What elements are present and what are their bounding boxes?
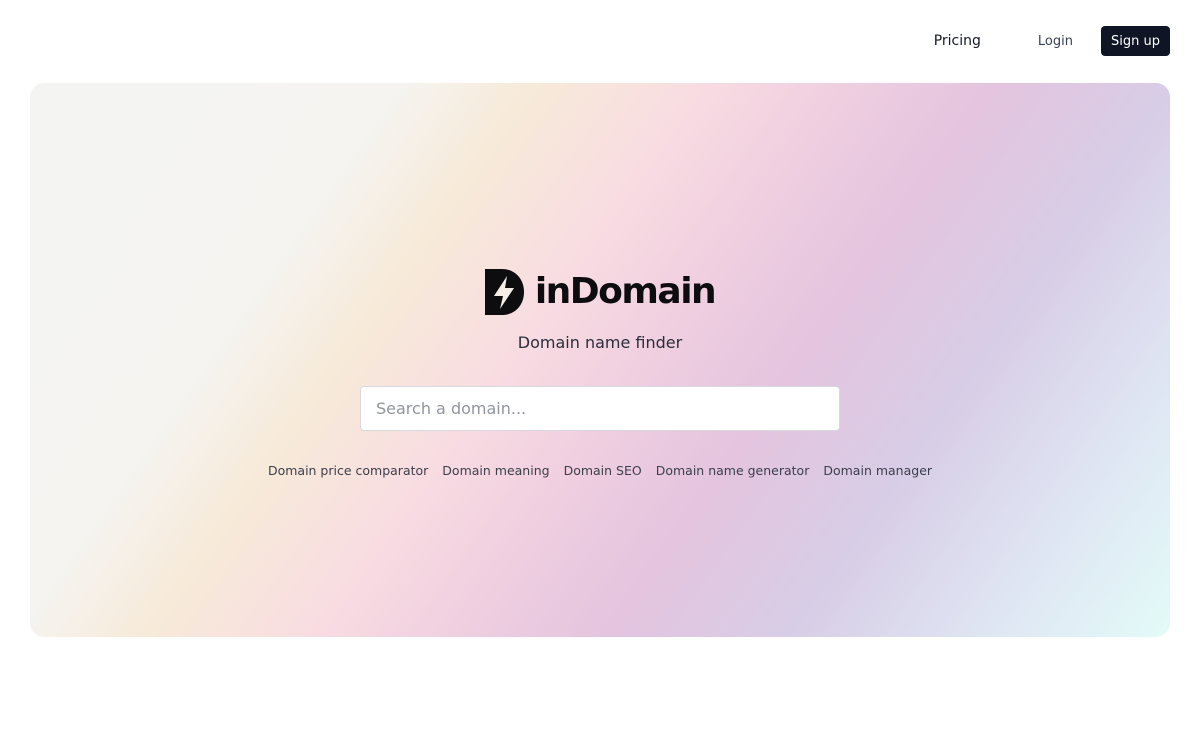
link-domain-name-generator[interactable]: Domain name generator — [656, 463, 810, 478]
link-domain-manager[interactable]: Domain manager — [823, 463, 932, 478]
pricing-link[interactable]: Pricing — [934, 33, 981, 49]
lightning-d-logo-icon — [484, 269, 524, 315]
brand-name: inDomain — [534, 271, 717, 312]
link-domain-price-comparator[interactable]: Domain price comparator — [268, 463, 428, 478]
quick-links: Domain price comparator Domain meaning D… — [30, 463, 1170, 478]
login-link[interactable]: Login — [1038, 34, 1073, 49]
hero-panel: inDomain Domain name finder Domain price… — [30, 83, 1170, 637]
domain-search-input[interactable] — [360, 386, 840, 431]
top-navigation: Pricing Login Sign up — [934, 26, 1170, 56]
link-domain-meaning[interactable]: Domain meaning — [442, 463, 549, 478]
signup-button[interactable]: Sign up — [1101, 26, 1170, 56]
link-domain-seo[interactable]: Domain SEO — [564, 463, 642, 478]
tagline: Domain name finder — [517, 333, 683, 352]
brand: inDomain — [30, 269, 1170, 315]
